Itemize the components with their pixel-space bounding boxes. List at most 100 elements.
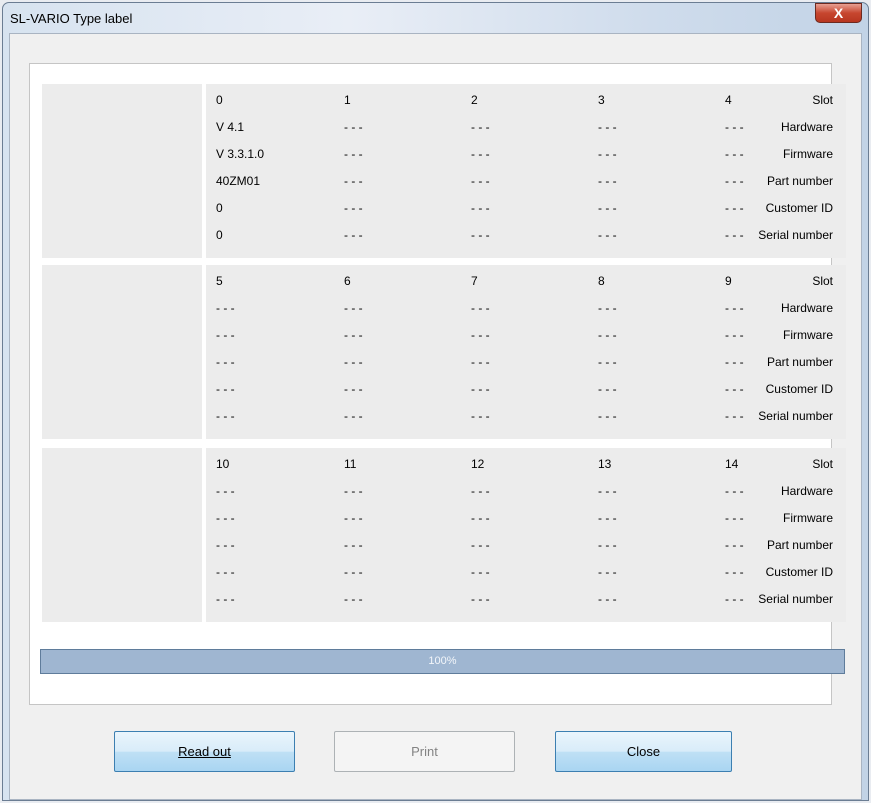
row-labels-column [42,265,202,439]
slot-value: - - - [344,484,363,498]
slot-value: - - - [598,538,617,552]
slot-value: - - - [216,511,235,525]
slot-value: - - - [725,409,744,423]
slot-value: - - - [471,147,490,161]
row-label: Customer ID [765,382,833,396]
slot-value: - - - [725,382,744,396]
slot-value: - - - [344,538,363,552]
slot-value: - - - [216,565,235,579]
title-bar[interactable]: SL-VARIO Type label X [3,3,868,33]
slot-value: - - - [725,511,744,525]
print-button[interactable]: Print [334,731,515,772]
slot-value: - - - [344,120,363,134]
slot-value: - - - [471,201,490,215]
close-button[interactable]: Close [555,731,732,772]
slot-value: 0 [216,201,223,215]
dialog-window: SL-VARIO Type label X Slot Hardware Firmwa… [2,2,869,801]
slot-value: - - - [216,301,235,315]
slot-value: - - - [598,228,617,242]
window-title: SL-VARIO Type label [10,11,133,26]
row-label: Part number [766,355,833,369]
slot-value: - - - [344,565,363,579]
slot-value: - - - [471,409,490,423]
row-label: Slot [812,93,833,107]
slot-number: 0 [216,93,223,107]
row-label: Serial number [758,228,833,242]
row-label: Customer ID [765,201,833,215]
row-label: Hardware [780,120,833,134]
slot-number: 5 [216,274,223,288]
slot-value: - - - [598,592,617,606]
slot-value: - - - [344,409,363,423]
slot-number: 8 [598,274,605,288]
slot-value: - - - [216,382,235,396]
slot-value: - - - [344,147,363,161]
row-labels-column [42,84,202,258]
slot-number: 14 [725,457,739,471]
slot-value: - - - [598,565,617,579]
slot-value: - - - [471,328,490,342]
close-icon: X [833,5,844,21]
slot-value: - - - [471,565,490,579]
slot-value: V 3.3.1.0 [216,147,265,161]
slot-value: - - - [725,301,744,315]
row-label: Part number [766,538,833,552]
slot-group: Slot Hardware Firmware Part number Customer … [42,84,846,258]
print-label: Print [411,744,438,759]
read-out-button[interactable]: Read out [114,731,295,772]
slot-value: - - - [471,355,490,369]
slot-value: - - - [216,355,235,369]
slot-value: - - - [216,592,235,606]
slot-value: 40ZM01 [216,174,261,188]
slot-number: 10 [216,457,230,471]
slot-value: - - - [471,538,490,552]
slot-value: - - - [725,120,744,134]
row-label: Firmware [783,511,833,525]
slot-value: - - - [216,409,235,423]
slot-value: - - - [598,147,617,161]
row-label: Part number [766,174,833,188]
slot-value: - - - [725,147,744,161]
slot-group: Slot Hardware Firmware Part number Customer … [42,448,846,622]
slot-number: 3 [598,93,605,107]
slot-value: - - - [725,174,744,188]
slot-number: 1 [344,93,351,107]
read-out-label: Read out [178,744,231,759]
row-label: Customer ID [765,565,833,579]
row-label: Slot [812,457,833,471]
slot-value: - - - [216,328,235,342]
slot-value: - - - [344,228,363,242]
slot-value: - - - [598,409,617,423]
slot-value: - - - [344,382,363,396]
slot-value: - - - [598,120,617,134]
slot-value: - - - [598,201,617,215]
slot-value: - - - [725,565,744,579]
slot-value: - - - [725,201,744,215]
slot-number: 6 [344,274,351,288]
slot-number: 12 [471,457,485,471]
slot-number: 7 [471,274,478,288]
progress-text: 100% [428,655,457,667]
row-label: Serial number [758,409,833,423]
slot-value: V 4.1 [216,120,245,134]
slot-value: - - - [725,484,744,498]
slot-number: 2 [471,93,478,107]
slot-value: - - - [216,538,235,552]
slot-value: - - - [598,301,617,315]
slot-value: - - - [344,174,363,188]
row-labels-column [42,448,202,622]
slot-number: 11 [344,457,357,471]
slot-value: - - - [598,511,617,525]
slot-value: - - - [725,592,744,606]
slot-number: 13 [598,457,612,471]
row-label: Hardware [780,301,833,315]
slot-number: 4 [725,93,732,107]
slot-value: - - - [471,301,490,315]
slot-value: - - - [471,592,490,606]
slot-value: - - - [598,174,617,188]
slot-value: - - - [598,484,617,498]
slot-value: - - - [598,355,617,369]
slot-value: - - - [598,328,617,342]
row-label: Slot [812,274,833,288]
close-window-button[interactable]: X [815,3,862,23]
